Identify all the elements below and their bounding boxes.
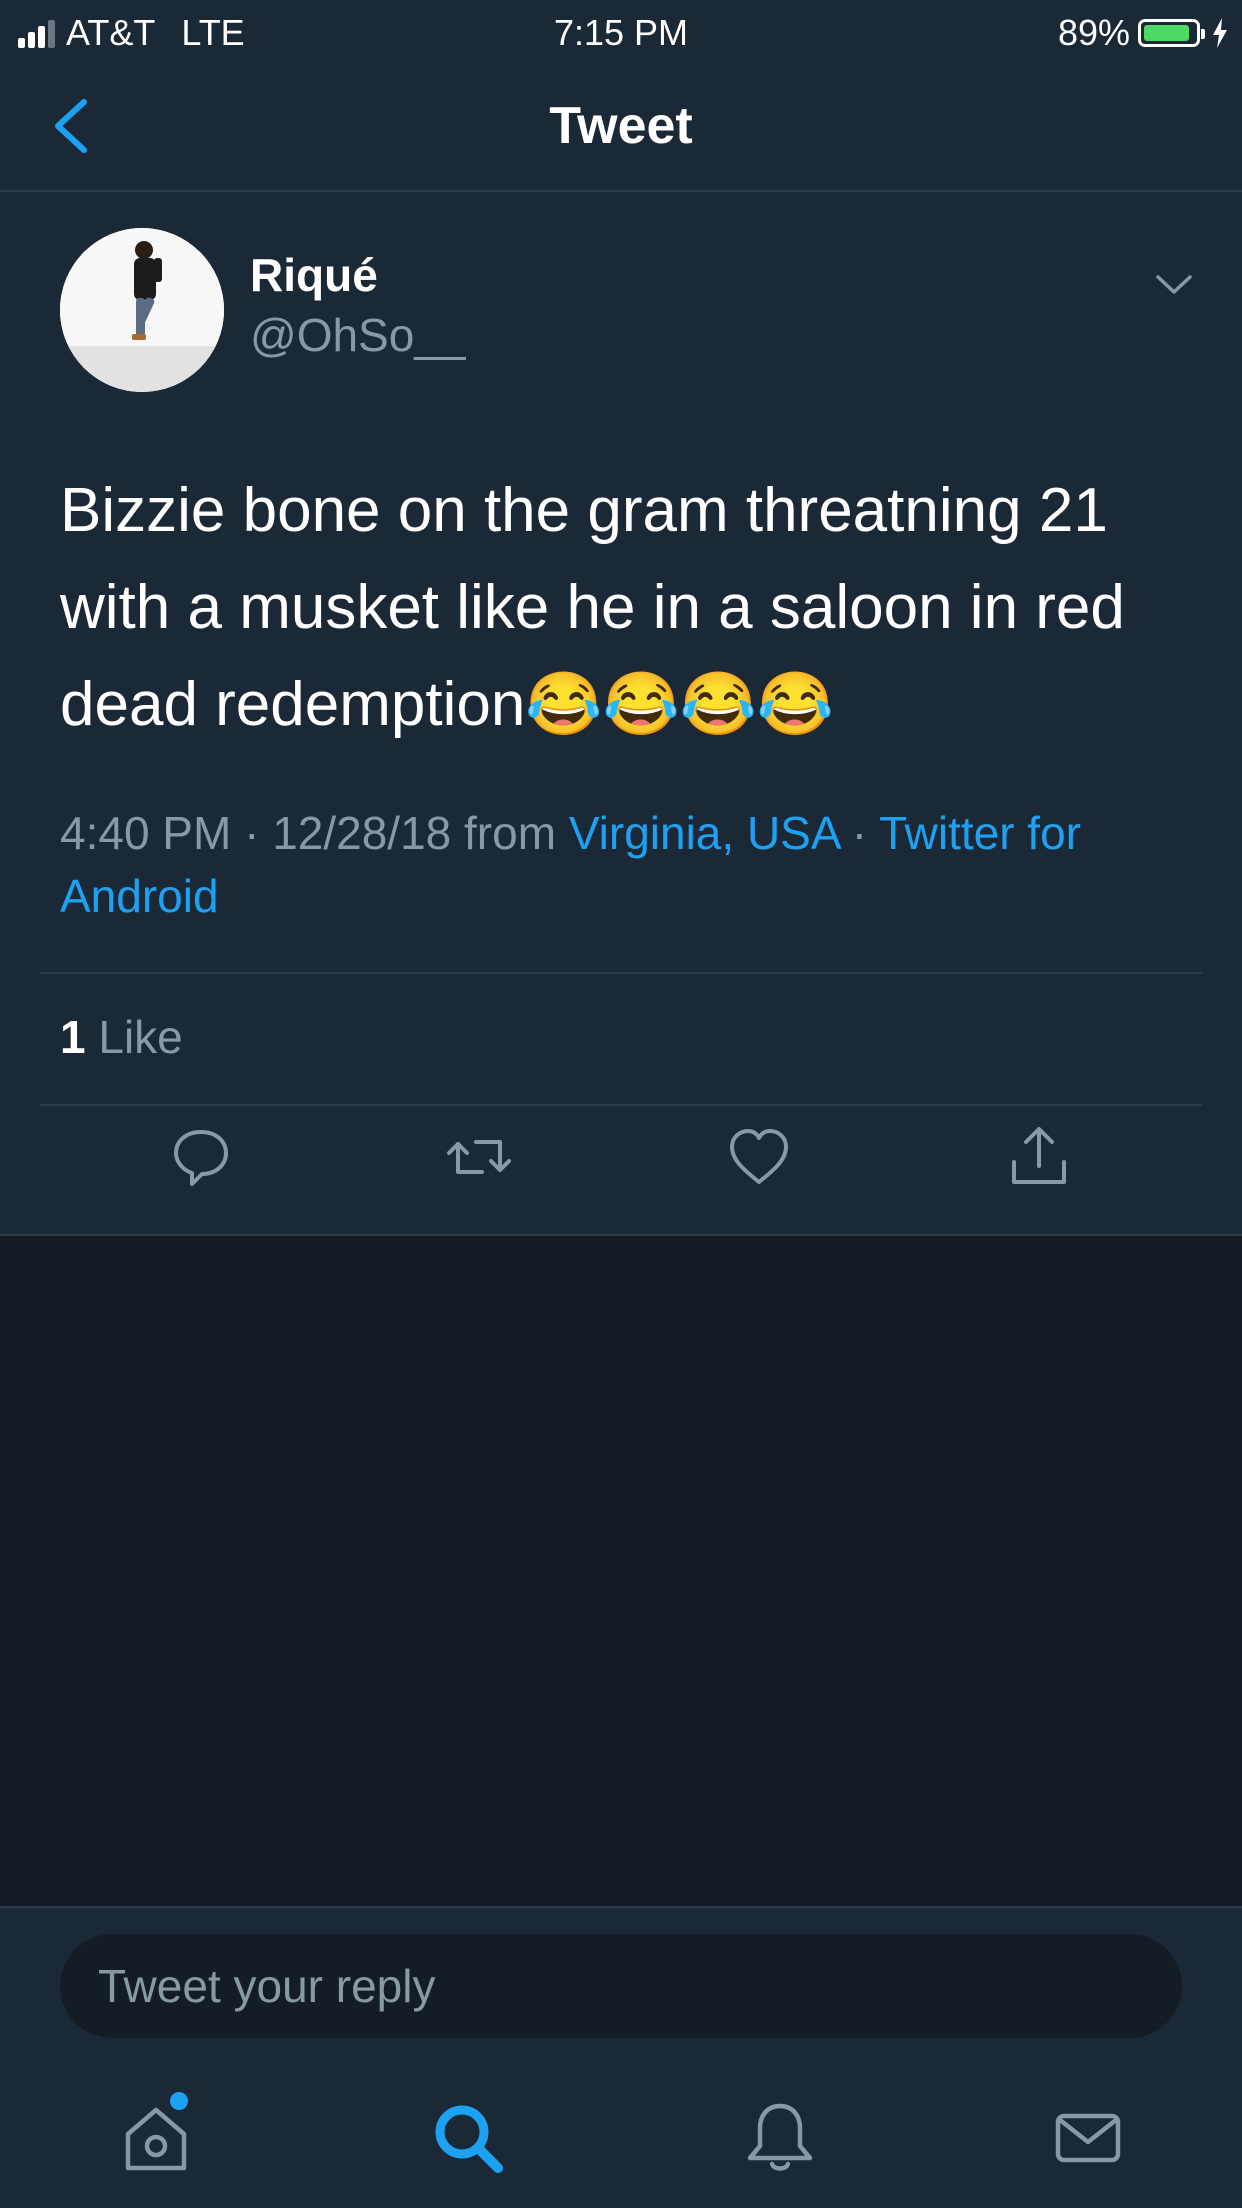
meta-separator: ·: [839, 807, 880, 859]
page-title: Tweet: [549, 97, 693, 155]
divider: [40, 972, 1202, 974]
avatar-image: [60, 228, 224, 392]
nav-bar: Tweet: [0, 62, 1242, 192]
user-handle[interactable]: @OhSo__: [250, 308, 466, 362]
location-link[interactable]: Virginia, USA: [569, 807, 839, 859]
reply-input[interactable]: Tweet your reply: [60, 1934, 1182, 2038]
notification-dot: [170, 2092, 188, 2110]
chevron-down-icon[interactable]: [1154, 272, 1194, 298]
divider: [40, 1104, 1202, 1106]
heart-icon[interactable]: [724, 1122, 794, 1192]
tweet-text: Bizzie bone on the gram threatning 21 wi…: [60, 476, 1125, 739]
charging-icon: [1213, 18, 1227, 48]
share-icon[interactable]: [1004, 1122, 1074, 1192]
reply-icon[interactable]: [166, 1122, 236, 1192]
battery-icon: [1138, 19, 1205, 47]
bottom-bar: Tweet your reply: [0, 1906, 1242, 2208]
clock: 7:15 PM: [553, 12, 689, 53]
retweet-icon[interactable]: [444, 1122, 514, 1192]
avatar[interactable]: [60, 228, 224, 392]
likes-number: 1: [60, 1011, 86, 1063]
tweet-detail: Riqué @OhSo__ Bizzie bone on the gram th…: [0, 192, 1242, 1236]
status-bar: AT&T LTE 7:15 PM 89%: [0, 0, 1242, 62]
tweet-meta: 4:40 PM · 12/28/18 from Virginia, USA · …: [60, 802, 1190, 928]
bell-icon[interactable]: [740, 2098, 820, 2178]
likes-label: Like: [85, 1011, 183, 1063]
home-icon[interactable]: [116, 2098, 196, 2178]
tweet-timestamp: 4:40 PM · 12/28/18 from: [60, 807, 569, 859]
mail-icon[interactable]: [1048, 2098, 1128, 2178]
user-name[interactable]: Riqué: [250, 248, 378, 302]
status-right: 89%: [1058, 12, 1228, 54]
battery-percent: 89%: [1057, 12, 1130, 53]
likes-count[interactable]: 1 Like: [60, 1010, 183, 1064]
search-icon[interactable]: [428, 2098, 508, 2178]
